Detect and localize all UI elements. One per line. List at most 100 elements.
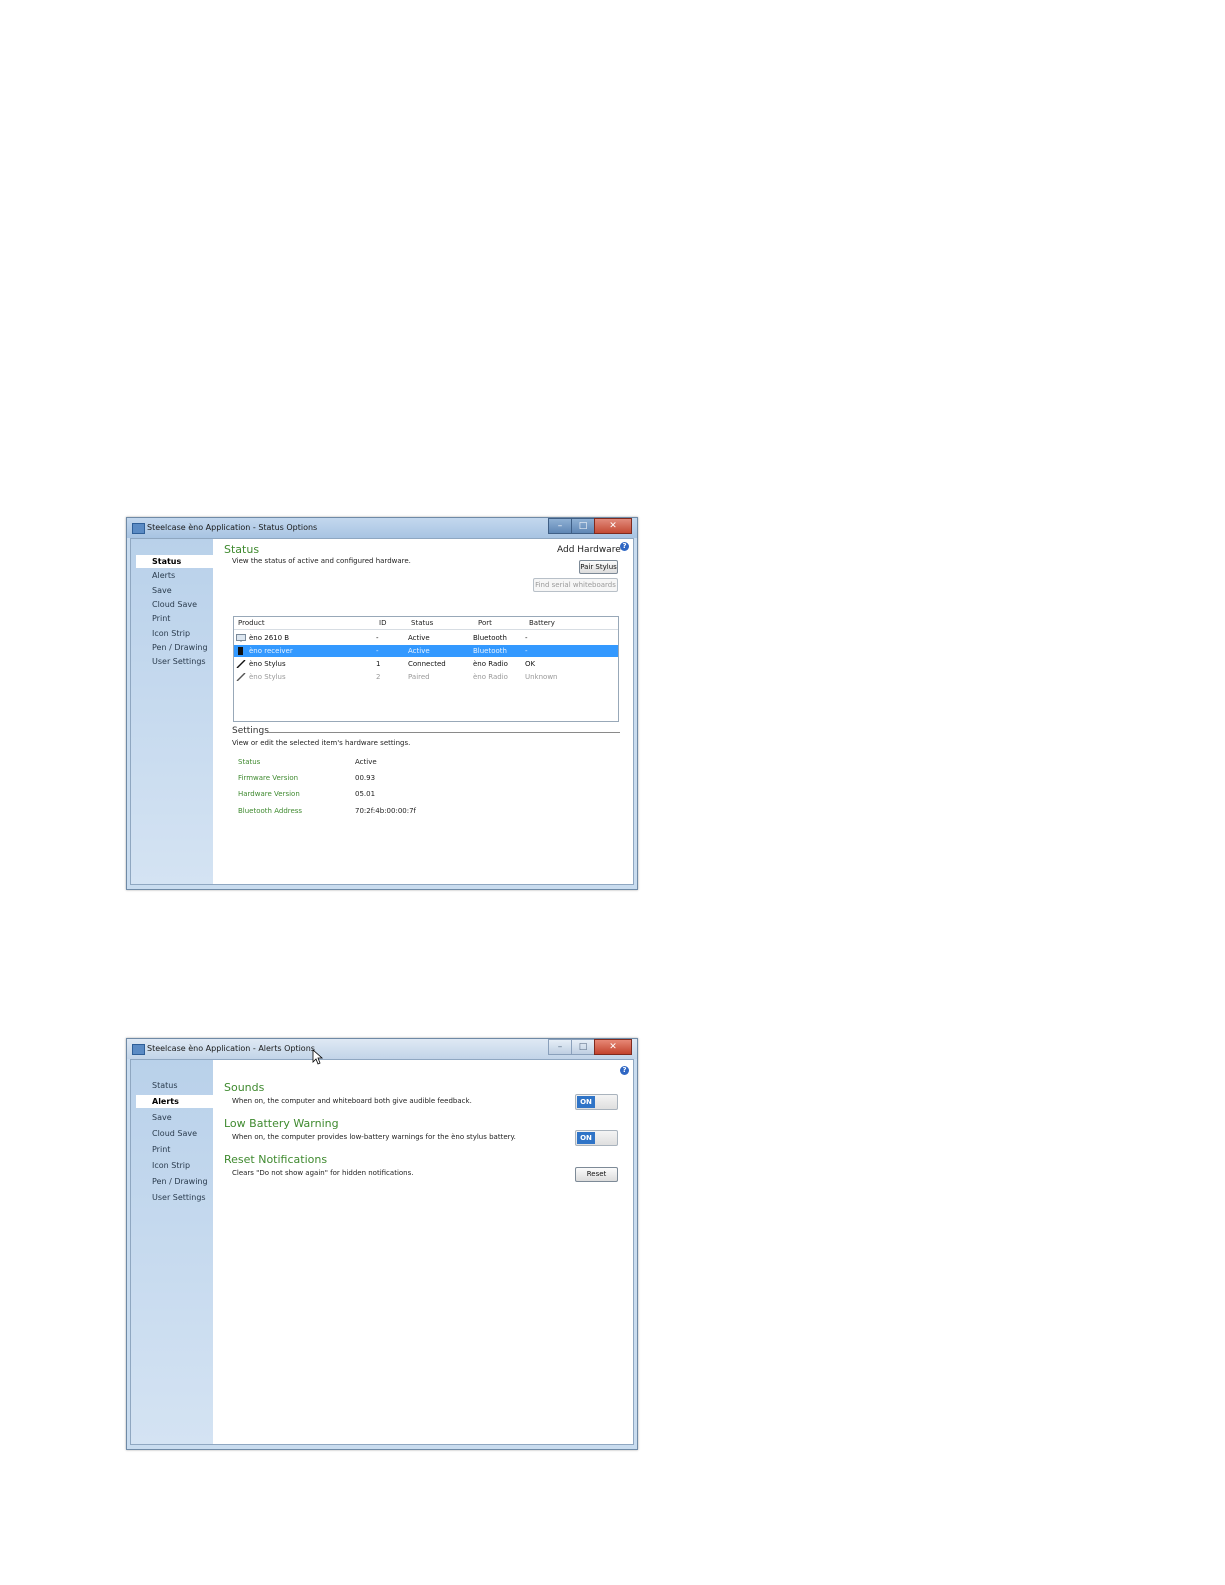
alerts-options-window: Steelcase èno Application - Alerts Optio… [126,1038,638,1450]
cell-status: Active [408,647,430,655]
close-button[interactable]: ✕ [594,518,632,534]
window-title: Steelcase èno Application - Alerts Optio… [147,1044,315,1053]
window-controls: – □ ✕ [548,1039,632,1055]
reset-notifications-description: Clears "Do not show again" for hidden no… [232,1169,414,1177]
setting-key-bluetooth: Bluetooth Address [238,807,303,815]
app-icon [132,523,145,534]
sounds-toggle[interactable]: ON [575,1094,618,1110]
maximize-button[interactable]: □ [571,518,595,534]
reset-notifications-title: Reset Notifications [224,1153,328,1166]
table-header: Product ID Status Port Battery [234,617,618,630]
mouse-cursor-icon [312,1049,324,1065]
cell-product: èno 2610 B [249,634,290,642]
stylus-icon [236,660,246,668]
add-hardware-label: Add Hardware [557,545,621,555]
stylus-icon [236,673,246,681]
window-title: Steelcase èno Application - Status Optio… [147,523,318,532]
sounds-toggle-on-label: ON [577,1096,595,1108]
column-header-status[interactable]: Status [411,619,433,627]
close-button[interactable]: ✕ [594,1039,632,1055]
table-row-selected[interactable]: èno receiver - Active Bluetooth - [234,645,618,657]
content-pane: ? Sounds When on, the computer and white… [213,1060,633,1444]
sidebar-item-print[interactable]: Print [136,1143,213,1156]
cell-id: 2 [376,673,381,681]
sounds-description: When on, the computer and whiteboard bot… [232,1097,472,1105]
sidebar-item-save[interactable]: Save [136,584,213,597]
cell-battery: OK [525,660,536,668]
page-description: View the status of active and configured… [232,557,411,565]
sidebar-item-icon-strip[interactable]: Icon Strip [136,1159,213,1172]
setting-value-firmware: 00.93 [355,774,376,782]
cell-port: èno Radio [473,660,508,668]
title-bar[interactable]: Steelcase èno Application - Alerts Optio… [127,1039,637,1059]
settings-description: View or edit the selected item's hardwar… [232,739,411,747]
low-battery-description: When on, the computer provides low-batte… [232,1133,516,1141]
sidebar-item-alerts[interactable]: Alerts [136,1095,213,1108]
settings-title: Settings [232,726,269,736]
column-header-port[interactable]: Port [478,619,492,627]
low-battery-toggle[interactable]: ON [575,1130,618,1146]
setting-key-status: Status [238,758,261,766]
sidebar-item-cloud-save[interactable]: Cloud Save [136,1127,213,1140]
minimize-button[interactable]: – [548,1039,572,1055]
sidebar: Status Alerts Save Cloud Save Print Icon… [131,539,213,884]
sidebar-item-status[interactable]: Status [136,555,213,568]
help-icon[interactable]: ? [620,542,629,551]
page-title: Status [224,543,260,556]
setting-value-hardware: 05.01 [355,790,376,798]
content-pane: Status View the status of active and con… [213,539,633,884]
cell-port: Bluetooth [473,647,507,655]
settings-divider [268,732,620,733]
setting-value-bluetooth: 70:2f:4b:00:00:7f [355,807,416,815]
sounds-title: Sounds [224,1081,265,1094]
pair-stylus-button[interactable]: Pair Stylus [579,560,618,574]
sidebar-item-save[interactable]: Save [136,1111,213,1124]
window-body: Status Alerts Save Cloud Save Print Icon… [130,538,634,885]
sidebar-item-pen-drawing[interactable]: Pen / Drawing [136,1175,213,1188]
table-row[interactable]: èno Stylus 2 Paired èno Radio Unknown [234,671,618,683]
cell-status: Connected [408,660,446,668]
hardware-table: Product ID Status Port Battery èno 2610 … [233,616,619,722]
help-icon[interactable]: ? [620,1066,629,1075]
cell-battery: - [525,634,528,642]
cell-battery: - [525,647,528,655]
setting-key-firmware: Firmware Version [238,774,299,782]
table-row[interactable]: èno Stylus 1 Connected èno Radio OK [234,658,618,670]
sidebar-item-user-settings[interactable]: User Settings [136,655,213,668]
reset-button[interactable]: Reset [575,1167,618,1182]
column-header-battery[interactable]: Battery [529,619,555,627]
receiver-icon [238,647,243,655]
minimize-button[interactable]: – [548,518,572,534]
column-header-id[interactable]: ID [379,619,386,627]
low-battery-toggle-on-label: ON [577,1132,595,1144]
find-serial-whiteboards-button[interactable]: Find serial whiteboards [533,578,618,592]
sidebar-item-print[interactable]: Print [136,612,213,625]
cell-product: èno receiver [249,647,293,655]
status-options-window: Steelcase èno Application - Status Optio… [126,517,638,890]
title-bar[interactable]: Steelcase èno Application - Status Optio… [127,518,637,538]
cell-port: Bluetooth [473,634,507,642]
sidebar-item-status[interactable]: Status [136,1079,213,1092]
cell-port: èno Radio [473,673,508,681]
sidebar-item-alerts[interactable]: Alerts [136,569,213,582]
cell-id: 1 [376,660,381,668]
cell-id: - [376,647,379,655]
setting-key-hardware: Hardware Version [238,790,300,798]
table-row[interactable]: èno 2610 B - Active Bluetooth - [234,632,618,644]
cell-status: Active [408,634,430,642]
sidebar-item-user-settings[interactable]: User Settings [136,1191,213,1204]
cell-id: - [376,634,379,642]
setting-value-status: Active [355,758,377,766]
maximize-button[interactable]: □ [571,1039,595,1055]
cell-product: èno Stylus [249,673,286,681]
column-header-product[interactable]: Product [238,619,265,627]
sidebar: Status Alerts Save Cloud Save Print Icon… [131,1060,213,1444]
cell-battery: Unknown [525,673,558,681]
sidebar-item-pen-drawing[interactable]: Pen / Drawing [136,641,213,654]
cell-product: èno Stylus [249,660,286,668]
window-controls: – □ ✕ [548,518,632,534]
sidebar-item-icon-strip[interactable]: Icon Strip [136,627,213,640]
app-icon [132,1044,145,1055]
low-battery-title: Low Battery Warning [224,1117,339,1130]
sidebar-item-cloud-save[interactable]: Cloud Save [136,598,213,611]
